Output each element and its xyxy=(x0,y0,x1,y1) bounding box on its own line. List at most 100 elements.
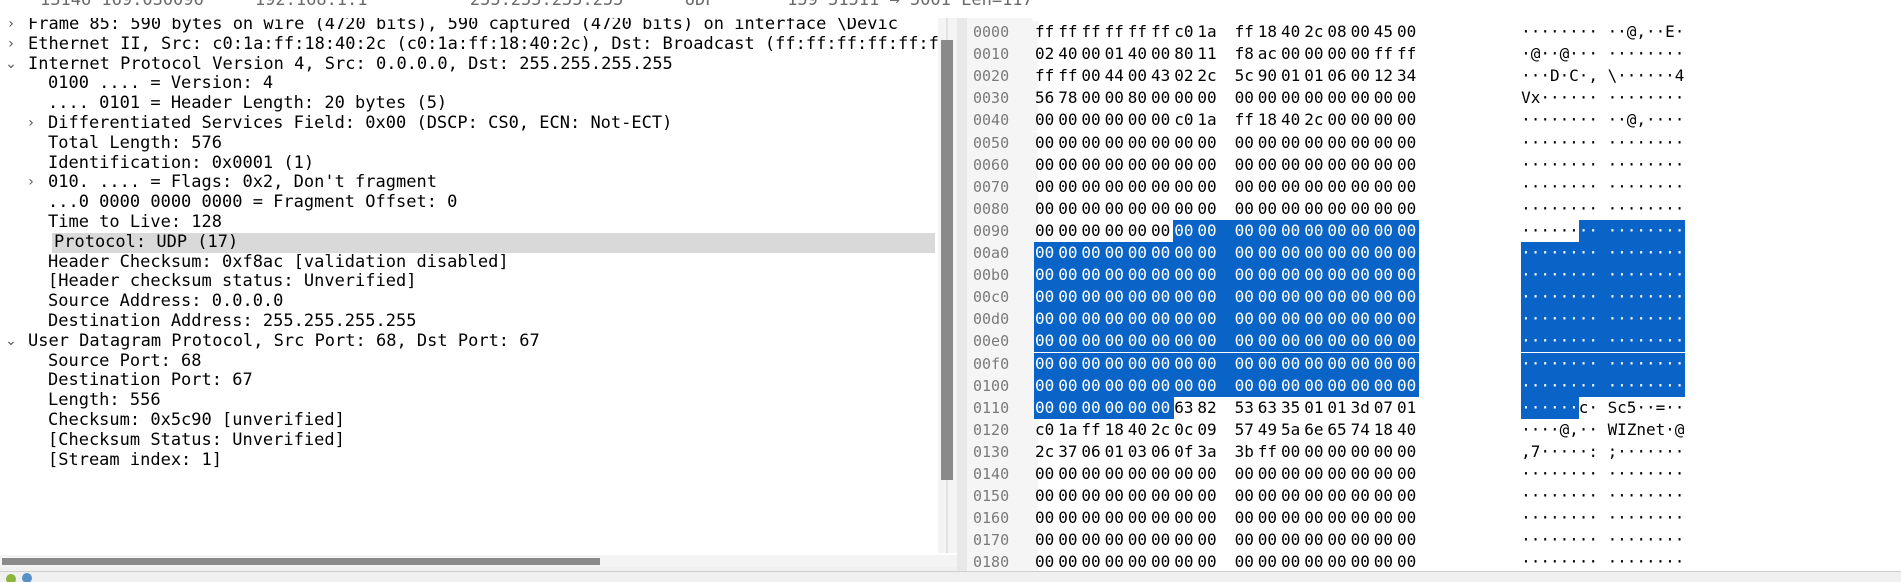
hex-byte[interactable]: 00 xyxy=(1303,87,1326,109)
hex-byte[interactable]: 00 xyxy=(1080,109,1103,131)
hex-byte[interactable]: 00 xyxy=(1104,485,1127,507)
hex-byte[interactable]: 00 xyxy=(1256,219,1281,242)
tree-item-field[interactable]: Destination Address: 255.255.255.255 xyxy=(0,311,935,332)
hex-byte[interactable]: 00 xyxy=(1326,463,1349,485)
hex-byte[interactable]: 00 xyxy=(1173,330,1198,353)
hex-byte[interactable]: 1a xyxy=(1196,21,1219,43)
hex-byte[interactable]: 2c xyxy=(1034,441,1057,463)
hex-byte[interactable]: ff xyxy=(1150,21,1173,43)
hex-byte[interactable]: 00 xyxy=(1150,485,1173,507)
hex-byte[interactable]: 00 xyxy=(1173,198,1196,220)
hex-byte[interactable]: 00 xyxy=(1396,507,1419,529)
tree-item-field[interactable]: Destination Port: 67 xyxy=(0,371,935,391)
hex-byte[interactable]: 00 xyxy=(1326,286,1351,309)
hex-byte[interactable]: 00 xyxy=(1080,396,1105,419)
hex-byte[interactable]: 78 xyxy=(1057,87,1080,109)
hex-byte[interactable]: 00 xyxy=(1396,330,1419,353)
hex-byte[interactable]: 00 xyxy=(1150,242,1175,265)
hex-byte[interactable]: 00 xyxy=(1303,176,1326,198)
hex-byte[interactable]: 11 xyxy=(1196,43,1219,65)
hex-byte[interactable]: 40 xyxy=(1057,43,1080,65)
hex-byte[interactable]: 34 xyxy=(1396,65,1419,87)
hex-byte[interactable]: 2c xyxy=(1196,65,1219,87)
hex-byte[interactable]: 00 xyxy=(1057,132,1080,154)
hex-byte[interactable]: 00 xyxy=(1196,374,1235,397)
hex-byte[interactable]: 00 xyxy=(1373,109,1396,131)
hex-byte[interactable]: 2c xyxy=(1303,21,1326,43)
hex-byte[interactable]: 00 xyxy=(1372,242,1397,265)
hex-byte[interactable]: 09 xyxy=(1196,419,1219,441)
hex-byte[interactable]: 00 xyxy=(1150,43,1173,65)
hex-byte[interactable]: 00 xyxy=(1104,132,1127,154)
hex-byte[interactable]: 00 xyxy=(1396,264,1419,287)
hex-byte[interactable]: 00 xyxy=(1396,132,1419,154)
hex-byte[interactable]: 01 xyxy=(1303,65,1326,87)
hex-byte[interactable]: 00 xyxy=(1233,219,1258,242)
hex-byte[interactable]: 00 xyxy=(1372,352,1397,375)
hex-byte[interactable]: 00 xyxy=(1196,507,1219,529)
hex-byte[interactable]: 57 xyxy=(1234,419,1257,441)
hex-byte[interactable]: 00 xyxy=(1104,507,1127,529)
hex-byte[interactable]: 00 xyxy=(1080,132,1103,154)
hex-byte[interactable]: 00 xyxy=(1350,43,1373,65)
hex-byte[interactable]: 00 xyxy=(1372,286,1397,309)
hex-byte[interactable]: 00 xyxy=(1326,87,1349,109)
hex-byte[interactable]: 56 xyxy=(1034,87,1057,109)
hex-byte[interactable]: 00 xyxy=(1080,65,1103,87)
hex-byte[interactable]: 00 xyxy=(1103,396,1128,419)
hex-byte[interactable]: 00 xyxy=(1326,330,1351,353)
hex-byte[interactable]: 00 xyxy=(1127,132,1150,154)
tree-item-field[interactable]: › Differentiated Services Field: 0x00 (DS… xyxy=(0,113,935,134)
hex-byte[interactable]: 00 xyxy=(1257,87,1280,109)
hex-byte[interactable]: 5a xyxy=(1280,419,1303,441)
hex-byte[interactable]: 00 xyxy=(1196,219,1235,242)
hex-byte[interactable]: 65 xyxy=(1326,419,1349,441)
hex-byte[interactable]: 00 xyxy=(1326,308,1351,331)
hex-byte[interactable]: 00 xyxy=(1126,242,1151,265)
hex-byte[interactable]: 00 xyxy=(1057,154,1080,176)
hex-byte[interactable]: 00 xyxy=(1256,352,1281,375)
hex-byte[interactable]: 00 xyxy=(1280,441,1303,463)
hex-byte[interactable]: 63 xyxy=(1257,397,1280,419)
hex-byte[interactable]: 00 xyxy=(1303,308,1328,331)
hex-byte[interactable]: 00 xyxy=(1057,308,1082,331)
details-horizontal-scrollbar[interactable] xyxy=(0,555,957,567)
hex-byte[interactable]: 00 xyxy=(1396,286,1419,309)
tree-item-field[interactable]: Identification: 0x0001 (1) xyxy=(0,153,935,174)
hex-byte[interactable]: 00 xyxy=(1127,176,1150,198)
hex-byte[interactable]: 00 xyxy=(1350,65,1373,87)
hex-byte[interactable]: 00 xyxy=(1256,286,1281,309)
hex-byte[interactable]: 00 xyxy=(1373,87,1396,109)
hex-byte[interactable]: 0f xyxy=(1173,441,1196,463)
hex-byte[interactable]: 00 xyxy=(1034,529,1057,551)
hex-byte[interactable]: 00 xyxy=(1373,551,1396,571)
hex-byte[interactable]: 18 xyxy=(1104,419,1127,441)
hex-byte[interactable]: 00 xyxy=(1173,264,1198,287)
hex-byte[interactable]: 00 xyxy=(1350,529,1373,551)
hex-byte[interactable]: 00 xyxy=(1372,264,1397,287)
hex-byte[interactable]: 00 xyxy=(1080,485,1103,507)
hex-byte[interactable]: 00 xyxy=(1173,529,1196,551)
hex-byte[interactable]: 00 xyxy=(1057,242,1082,265)
hex-byte[interactable]: 00 xyxy=(1127,507,1150,529)
hex-byte[interactable]: 00 xyxy=(1196,352,1235,375)
hex-byte[interactable]: 00 xyxy=(1034,551,1057,571)
tree-item-protocol[interactable]: ⌄ User Datagram Protocol, Src Port: 68, D… xyxy=(0,331,935,352)
hex-byte[interactable]: 00 xyxy=(1350,176,1373,198)
hex-byte[interactable]: ff xyxy=(1373,43,1396,65)
hex-byte[interactable]: 40 xyxy=(1396,419,1419,441)
hex-byte[interactable]: 00 xyxy=(1104,463,1127,485)
hex-byte[interactable]: 00 xyxy=(1233,242,1258,265)
hex-byte[interactable]: 00 xyxy=(1373,441,1396,463)
hex-byte[interactable]: 01 xyxy=(1104,441,1127,463)
hex-byte[interactable]: 00 xyxy=(1196,242,1235,265)
hex-byte[interactable]: 00 xyxy=(1150,463,1173,485)
hex-byte[interactable]: 00 xyxy=(1127,485,1150,507)
hex-byte[interactable]: 00 xyxy=(1080,43,1103,65)
hex-byte[interactable]: 00 xyxy=(1373,529,1396,551)
hex-byte[interactable]: 00 xyxy=(1196,198,1219,220)
hex-byte[interactable]: 00 xyxy=(1256,374,1281,397)
hex-byte[interactable]: 18 xyxy=(1373,419,1396,441)
hex-byte[interactable]: 00 xyxy=(1326,219,1351,242)
hex-byte[interactable]: 00 xyxy=(1034,330,1059,353)
